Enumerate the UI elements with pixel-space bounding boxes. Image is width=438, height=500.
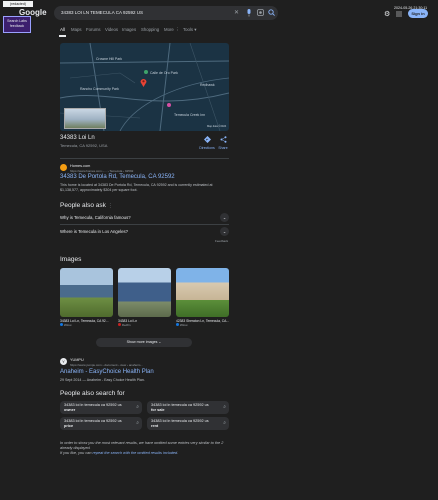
feedback-link[interactable]: Feedback xyxy=(215,239,228,243)
image-card[interactable]: 42383 Sheraton Ln, Temecula, CA... Zillo… xyxy=(176,268,229,330)
zillow-icon xyxy=(60,323,63,326)
share-label: Share xyxy=(218,146,228,150)
map-photo-thumbnail[interactable] xyxy=(64,108,106,129)
apps-icon[interactable] xyxy=(396,11,402,19)
house-image xyxy=(176,268,229,317)
share-button[interactable]: Share xyxy=(217,136,229,150)
address-title: 34383 Loi Ln xyxy=(60,135,95,141)
tab-maps[interactable]: Maps xyxy=(71,27,82,32)
image-card[interactable]: 34383 Loi Ln Redfin xyxy=(118,268,171,330)
paa-heading-text: People also ask xyxy=(60,202,106,209)
search-labs-feedback-button[interactable]: Search Labs feedback xyxy=(3,16,31,33)
tab-images[interactable]: Images xyxy=(122,27,136,32)
omitted-results-notice: In order to show you the most relevant r… xyxy=(60,441,236,456)
image-source: Zillow xyxy=(179,323,188,327)
result-site-name: YUMPU xyxy=(70,358,84,362)
image-source: Zillow xyxy=(63,323,72,327)
sign-in-button[interactable]: Sign in xyxy=(408,9,428,18)
show-more-label: Show more images xyxy=(126,340,158,344)
map[interactable]: Crowne Hill Park Calle de Oro Park Ranch… xyxy=(60,43,229,131)
image-source: Redfin xyxy=(121,323,131,327)
result-snippet: 29 Sept 2014 — Anaheim - Easy Choice Hea… xyxy=(60,378,145,382)
related-search-chip[interactable]: 34383 loi ln temecula ca 92592 us rent ⌕ xyxy=(147,417,229,430)
search-icon: ⌕ xyxy=(223,420,226,426)
search-input[interactable]: 34383 LOI LN TEMECULA CA 92592 US xyxy=(61,10,143,15)
chip-line2: for sale xyxy=(151,407,165,412)
show-more-images-button[interactable]: Show more images ⌄ xyxy=(96,338,192,347)
tab-videos[interactable]: Videos xyxy=(105,27,118,32)
tab-all[interactable]: All xyxy=(60,27,65,32)
google-logo[interactable]: Google xyxy=(19,8,47,17)
search-icon[interactable] xyxy=(268,9,275,18)
paa-question[interactable]: Why is Temecula, California famous? ⌄ xyxy=(60,212,229,225)
paa-question-text: Where is Temecula in Los Angeles? xyxy=(60,229,128,234)
directions-label: Directions xyxy=(199,146,215,150)
address-subtitle: Temecula, CA 92592, USA xyxy=(60,143,108,148)
map-label-crowne-hill: Crowne Hill Park xyxy=(96,57,123,61)
chevron-down-icon[interactable]: ⌄ xyxy=(220,227,229,236)
tab-tools-label: Tools xyxy=(183,27,194,32)
related-search-chip[interactable]: 34383 loi ln temecula ca 92592 us owner ⌕ xyxy=(60,401,142,414)
directions-button[interactable]: Directions xyxy=(199,135,215,150)
search-icon: ⌕ xyxy=(136,404,139,410)
omitted-prefix: If you like, you can xyxy=(60,451,93,455)
related-search-chip[interactable]: 34383 loi ln temecula ca 92592 us for sal… xyxy=(147,401,229,414)
zillow-icon xyxy=(176,323,179,326)
chip-line2: rent xyxy=(151,423,159,428)
map-label-redhawk: Redhawk xyxy=(200,83,215,87)
omitted-line1: In order to show you the most relevant r… xyxy=(60,441,224,450)
result-snippet: This home is located at 34383 De Portola… xyxy=(60,183,213,192)
more-options-icon[interactable]: ⋮ xyxy=(108,203,113,209)
redfin-icon xyxy=(118,323,121,326)
divider xyxy=(60,158,229,159)
map-label-calle-de-oro: Calle de Oro Park xyxy=(150,71,178,75)
map-place-icon xyxy=(167,103,171,107)
map-attribution: Map data ©2024 xyxy=(207,125,227,128)
house-image xyxy=(118,268,171,317)
map-label-rancho: Rancho Community Park xyxy=(80,87,119,91)
chevron-down-icon[interactable]: ⌄ xyxy=(220,213,229,222)
omitted-suffix: . xyxy=(177,451,179,455)
people-also-ask-heading: People also ask ⋮ xyxy=(60,202,113,209)
people-also-search-heading: People also search for xyxy=(60,390,125,397)
settings-icon[interactable]: ⚙ xyxy=(384,10,390,18)
paa-question[interactable]: Where is Temecula in Los Angeles? ⌄ xyxy=(60,226,229,238)
watermark: (redacted) xyxy=(3,1,33,7)
tab-tools[interactable]: Tools ▾ xyxy=(183,27,196,33)
result-url: https://www.homes.com › ... › Temecula ›… xyxy=(70,169,134,173)
search-icon: ⌕ xyxy=(136,420,139,426)
lens-icon[interactable] xyxy=(257,9,264,18)
chip-line1: 34383 loi ln temecula ca 92592 us xyxy=(151,418,209,423)
directions-icon xyxy=(203,135,211,144)
image-card[interactable]: 34383 Loi Ln, Temecula, CA 92... Zillow xyxy=(60,268,113,330)
map-label-temecula-creek: Temecula Creek Inn xyxy=(174,113,206,117)
tab-shopping[interactable]: Shopping xyxy=(141,27,159,32)
search-icon: ⌕ xyxy=(223,404,226,410)
result-title-link[interactable]: 34383 De Portola Rd, Temecula, CA 92592 xyxy=(60,174,175,180)
tab-more-label: More xyxy=(164,27,174,32)
result-favicon: Y xyxy=(60,358,67,365)
result-favicon xyxy=(60,164,67,171)
search-box[interactable]: 34383 LOI LN TEMECULA CA 92592 US ✕ xyxy=(54,6,278,20)
tab-forums[interactable]: Forums xyxy=(86,27,101,32)
mic-icon[interactable] xyxy=(246,9,252,19)
tab-active-underline xyxy=(59,35,66,37)
chip-line2: price xyxy=(64,423,74,428)
map-park-icon xyxy=(144,70,148,74)
house-image xyxy=(60,268,113,317)
images-heading: Images xyxy=(60,256,82,263)
paa-question-text: Why is Temecula, California famous? xyxy=(60,215,131,220)
tab-more[interactable]: More ⋮ xyxy=(164,27,179,33)
share-icon xyxy=(220,136,226,143)
result-title-link[interactable]: Anaheim - EasyChoice Health Plan xyxy=(60,369,154,375)
clear-icon[interactable]: ✕ xyxy=(234,9,239,16)
map-pin-icon xyxy=(140,79,147,87)
repeat-search-link[interactable]: repeat the search with the omitted resul… xyxy=(93,451,178,455)
chip-line2: owner xyxy=(64,407,76,412)
result-url: https://www.yumpu.com › document › view … xyxy=(70,363,143,367)
related-search-chip[interactable]: 34383 loi ln temecula ca 92592 us price ⌕ xyxy=(60,417,142,430)
result-site-name: Homes.com xyxy=(70,164,91,168)
